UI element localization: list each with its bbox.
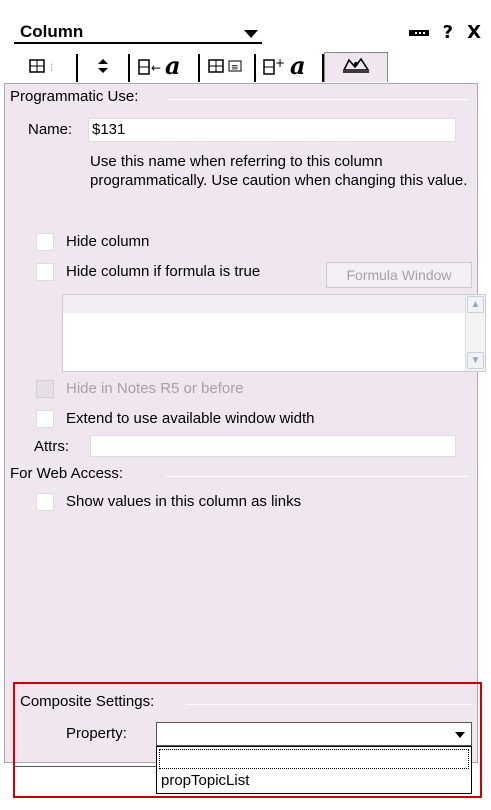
tab-column-info[interactable]: ⁞ xyxy=(18,54,78,82)
formula-scrollbar[interactable]: ▲ ▼ xyxy=(465,295,485,371)
properties-title-bar: Column ? X xyxy=(0,0,491,52)
dock-icon[interactable] xyxy=(408,30,429,36)
svg-text:≡: ≡ xyxy=(231,63,239,73)
sort-icon xyxy=(96,58,110,79)
chevron-down-icon xyxy=(244,30,258,38)
title-bar-controls: ? X xyxy=(408,22,481,44)
name-description: Use this name when referring to this col… xyxy=(90,153,468,189)
group-divider xyxy=(166,476,468,477)
property-select[interactable] xyxy=(156,722,472,746)
group-divider xyxy=(168,99,468,100)
help-button[interactable]: ? xyxy=(443,22,453,44)
hide-notes-r5-label: Hide in Notes R5 or before xyxy=(66,380,244,397)
column-number-icon: ≡ xyxy=(207,58,247,79)
svg-text:+: + xyxy=(275,56,285,70)
column-info-icon: ⁞ xyxy=(29,58,65,78)
properties-tab-strip: ⁞ ← a ≡ + a xyxy=(18,51,478,82)
dropdown-option-prop-topic-list[interactable]: propTopicList xyxy=(161,771,249,791)
formula-first-line xyxy=(63,295,465,313)
dropdown-option-empty[interactable] xyxy=(159,749,469,769)
chevron-down-icon[interactable] xyxy=(455,732,465,738)
show-links-checkbox[interactable] xyxy=(36,493,54,511)
attrs-field[interactable] xyxy=(90,435,456,457)
extend-width-label: Extend to use available window width xyxy=(66,410,315,427)
svg-text:⁞: ⁞ xyxy=(50,61,54,74)
tab-number-format[interactable]: ≡ xyxy=(200,54,256,82)
hide-column-checkbox[interactable] xyxy=(36,233,54,251)
scroll-up-icon[interactable]: ▲ xyxy=(467,296,484,313)
close-button[interactable]: X xyxy=(467,22,481,44)
panel-bottom-edge xyxy=(14,766,156,767)
tab-title-font[interactable]: + a xyxy=(256,51,324,82)
composite-settings-heading: Composite Settings: xyxy=(20,693,155,710)
svg-text:a: a xyxy=(290,55,306,77)
property-label: Property: xyxy=(66,725,127,742)
property-dropdown-list[interactable]: propTopicList xyxy=(156,746,472,794)
web-access-heading: For Web Access: xyxy=(10,465,124,482)
hide-if-formula-label: Hide column if formula is true xyxy=(66,263,261,280)
attrs-label: Attrs: xyxy=(34,438,70,455)
hide-column-label: Hide column xyxy=(66,233,150,250)
hide-formula-textarea[interactable]: ▲ ▼ xyxy=(62,294,486,372)
extend-width-checkbox[interactable] xyxy=(36,410,54,428)
hide-if-formula-checkbox[interactable] xyxy=(36,263,54,281)
properties-type-dropdown[interactable]: Column xyxy=(14,22,262,44)
column-title-font-icon: + a xyxy=(262,51,316,82)
tab-sorting[interactable] xyxy=(78,54,130,82)
svg-text:a: a xyxy=(165,55,181,77)
name-field[interactable]: $131 xyxy=(88,118,456,142)
group-divider xyxy=(186,704,472,705)
hide-notes-r5-checkbox xyxy=(36,380,54,398)
scroll-down-icon[interactable]: ▼ xyxy=(467,352,484,369)
name-label: Name: xyxy=(28,121,73,138)
programmatic-use-heading: Programmatic Use: xyxy=(10,88,139,105)
advanced-hat-icon xyxy=(341,55,371,80)
dropdown-label: Column xyxy=(20,22,84,41)
tab-advanced[interactable] xyxy=(324,52,388,82)
formula-window-button[interactable]: Formula Window xyxy=(326,262,472,288)
formula-text-area[interactable] xyxy=(63,295,465,371)
column-font-icon: ← a xyxy=(137,51,191,82)
tab-column-font[interactable]: ← a xyxy=(130,51,200,82)
show-links-label: Show values in this column as links xyxy=(66,493,302,510)
svg-text:←: ← xyxy=(151,61,161,75)
